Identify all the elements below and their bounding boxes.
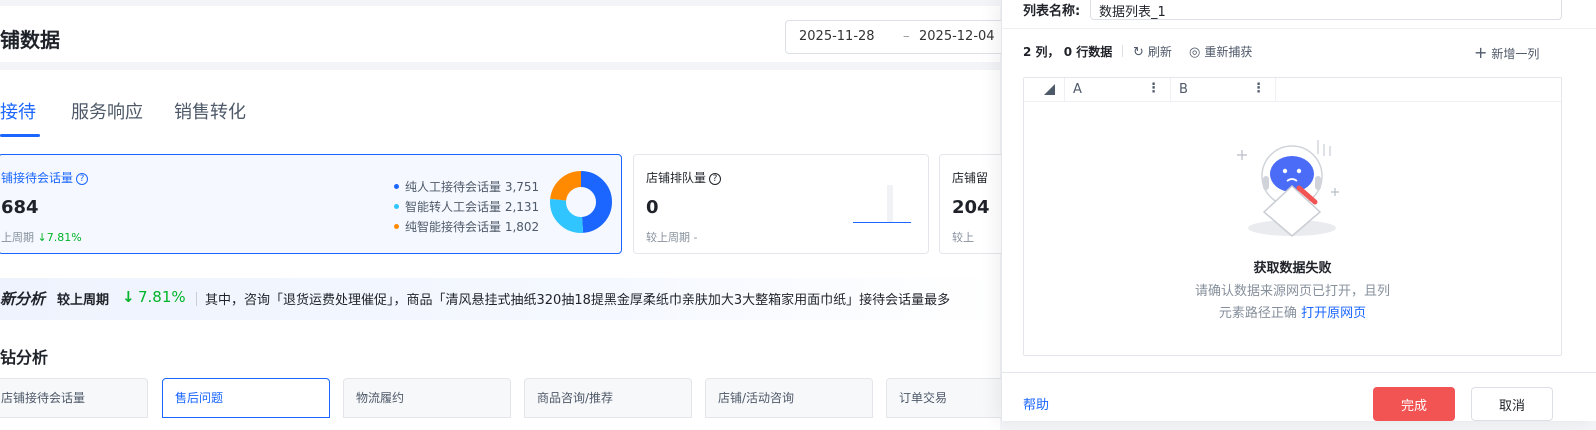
recapture-button[interactable]: ◎ 重新捕获 <box>1189 43 1252 60</box>
column-header-a[interactable]: A ⋮ <box>1064 78 1170 102</box>
legend-item-manual: 纯人工接待会话量 3,751 <box>394 178 539 195</box>
tab-reception[interactable]: 接待 <box>0 98 36 124</box>
empty-state-title: 获取数据失败 <box>1253 261 1332 276</box>
decrease-value: ↓7.81% <box>37 231 82 244</box>
section-title: 钻分析 <box>0 348 49 367</box>
metric-third-label: 店铺留 <box>952 171 989 185</box>
divider <box>1122 45 1123 57</box>
data-table: A ⋮ B ⋮ 获取数据失败 请确认数据来源网页已打开，且列 元素路径正确 打开… <box>1023 77 1562 356</box>
metric-queue-label: 店铺排队量 <box>646 171 707 185</box>
tab-service-response[interactable]: 服务响应 <box>71 98 143 124</box>
date-separator: – <box>903 29 910 44</box>
date-range-picker[interactable]: 2025-11-28 – 2025-12-04 <box>785 20 1015 54</box>
empty-state-robot-icon <box>1237 140 1339 237</box>
metric-queue-value: 0 <box>646 197 659 218</box>
help-icon[interactable]: ? <box>76 173 89 185</box>
metric-reception-value: 684 <box>1 197 39 218</box>
divider <box>196 292 197 306</box>
empty-state-description: 请确认数据来源网页已打开，且列 元素路径正确 打开原网页 <box>1194 284 1390 321</box>
table-header: A ⋮ B ⋮ <box>1024 78 1561 102</box>
analysis-text: 其中，咨询「退货运费处理催促」，商品「清风悬挂式抽纸320抽18提黑金厚柔纸巾亲… <box>205 293 951 308</box>
legend-item-ai: 纯智能接待会话量 1,802 <box>394 218 539 235</box>
metric-reception-compare: 上周期 ↓7.81% <box>1 231 82 244</box>
sparkline-bar <box>887 185 893 223</box>
list-name-label: 列表名称: <box>1023 4 1081 19</box>
legend-dot <box>394 184 399 189</box>
legend-item-ai-to-manual: 智能转人工会话量 2,131 <box>394 198 539 215</box>
metric-card-reception[interactable]: 铺接待会话量? 684 上周期 ↓7.81% 纯人工接待会话量 3,751 智能… <box>0 154 622 254</box>
category-tab-after-sales[interactable]: 售后问题 <box>162 378 330 418</box>
metric-card-queue[interactable]: 店铺排队量? 0 较上周期 - <box>633 154 929 254</box>
divider <box>1002 28 1596 29</box>
help-link[interactable]: 帮助 <box>1023 394 1049 413</box>
legend-dot <box>394 224 399 229</box>
page-title: 铺数据 <box>0 28 60 52</box>
category-tab-logistics[interactable]: 物流履约 <box>343 378 511 418</box>
category-tab-product-consult[interactable]: 商品咨询/推荐 <box>524 378 692 418</box>
column-header-b[interactable]: B ⋮ <box>1170 78 1276 102</box>
plus-icon: + <box>1474 43 1488 62</box>
arrow-down-icon: ↓ <box>122 288 135 306</box>
metric-third-compare: 较上 <box>952 231 974 244</box>
column-menu-icon[interactable]: ⋮ <box>1252 81 1265 96</box>
tab-sales-conversion[interactable]: 销售转化 <box>174 98 246 124</box>
category-tab-shop-activity[interactable]: 店铺/活动咨询 <box>705 378 873 418</box>
date-start[interactable]: 2025-11-28 <box>799 29 875 44</box>
date-end[interactable]: 2025-12-04 <box>919 29 995 44</box>
column-menu-icon[interactable]: ⋮ <box>1147 81 1160 96</box>
list-name-input[interactable]: 数据列表_1 <box>1090 0 1562 20</box>
capture-icon: ◎ <box>1189 45 1201 60</box>
open-source-page-link[interactable]: 打开原网页 <box>1301 306 1366 321</box>
category-tab-reception[interactable]: 店铺接待会话量 <box>0 378 148 418</box>
help-icon[interactable]: ? <box>709 173 722 185</box>
add-column-button[interactable]: + 新增一列 <box>1474 43 1539 62</box>
reception-donut-chart <box>550 171 612 233</box>
analysis-bar: 新分析 较上周期 ↓ 7.81% 其中，咨询「退货运费处理催促」，商品「清风悬挂… <box>0 278 1000 320</box>
done-button[interactable]: 完成 <box>1373 387 1455 421</box>
select-all-corner-icon[interactable] <box>1044 84 1055 95</box>
cancel-button[interactable]: 取消 <box>1471 387 1553 421</box>
metric-third-value: 204 <box>952 197 990 218</box>
data-list-panel: 列表名称: 数据列表_1 2 列， 0 行数据 ↻ 刷新 ◎ 重新捕获 + 新增一列 … <box>1001 0 1596 421</box>
analysis-compare-label: 较上周期 <box>57 293 110 308</box>
metric-queue-compare: 较上周期 - <box>646 231 698 244</box>
refresh-icon: ↻ <box>1133 45 1144 60</box>
divider <box>1002 372 1596 373</box>
legend-dot <box>394 204 399 209</box>
metric-reception-label: 铺接待会话量 <box>1 171 74 185</box>
header-card: 铺数据 2025-11-28 – 2025-12-04 <box>0 6 1015 62</box>
refresh-button[interactable]: ↻ 刷新 <box>1133 43 1172 60</box>
main-card: 接待 服务响应 销售转化 铺接待会话量? 684 上周期 ↓7.81% 纯人工接… <box>0 70 1059 430</box>
sparkline-line <box>853 222 911 223</box>
active-tab-indicator <box>0 134 40 137</box>
analysis-title: 新分析 <box>0 290 46 308</box>
data-stats: 2 列， 0 行数据 <box>1023 45 1113 59</box>
analysis-compare-value: 7.81% <box>138 288 186 306</box>
